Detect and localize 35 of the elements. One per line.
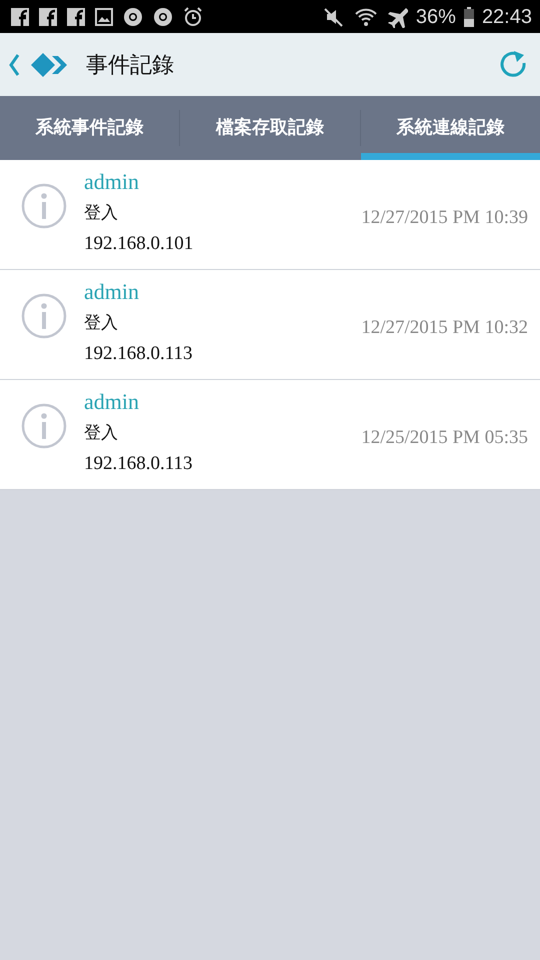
log-entry[interactable]: admin 登入 192.168.0.113 12/25/2015 PM 05:35 (0, 380, 540, 490)
clock: 22:43 (482, 6, 532, 26)
refresh-icon[interactable] (498, 50, 528, 80)
user-name: admin (84, 280, 140, 304)
gallery-icon (94, 6, 114, 26)
tab[interactable]: 系統事件記錄 (0, 96, 180, 160)
ip-address: 192.168.0.113 (84, 342, 193, 366)
browser-icon (152, 6, 174, 28)
user-name: admin (84, 170, 140, 194)
battery-icon (464, 6, 474, 26)
ip-address: 192.168.0.113 (84, 452, 193, 476)
logo-icon (30, 52, 68, 78)
page-title: 事件記錄 (86, 51, 175, 79)
info-icon (20, 402, 68, 450)
timestamp: 12/25/2015 PM 05:35 (361, 426, 528, 450)
log-entry[interactable]: admin 登入 192.168.0.113 12/27/2015 PM 10:32 (0, 270, 540, 380)
app-icon (66, 6, 86, 26)
ip-address: 192.168.0.101 (84, 232, 194, 256)
info-icon (20, 182, 68, 230)
tab[interactable]: 檔案存取記錄 (180, 96, 360, 160)
airplane-icon (386, 6, 408, 28)
action-text: 登入 (84, 422, 119, 444)
log-entry[interactable]: admin 登入 192.168.0.101 12/27/2015 PM 10:39 (0, 160, 540, 270)
app-icon (38, 6, 58, 26)
browser-icon (122, 6, 144, 28)
app-icon (10, 6, 30, 26)
battery-level: 36% (416, 6, 456, 26)
info-icon (20, 292, 68, 340)
action-text: 登入 (84, 202, 119, 224)
timestamp: 12/27/2015 PM 10:39 (361, 206, 528, 230)
timestamp: 12/27/2015 PM 10:32 (361, 316, 528, 340)
back-icon[interactable] (8, 52, 20, 76)
alarm-icon (182, 6, 204, 28)
action-text: 登入 (84, 312, 119, 334)
user-name: admin (84, 390, 140, 414)
